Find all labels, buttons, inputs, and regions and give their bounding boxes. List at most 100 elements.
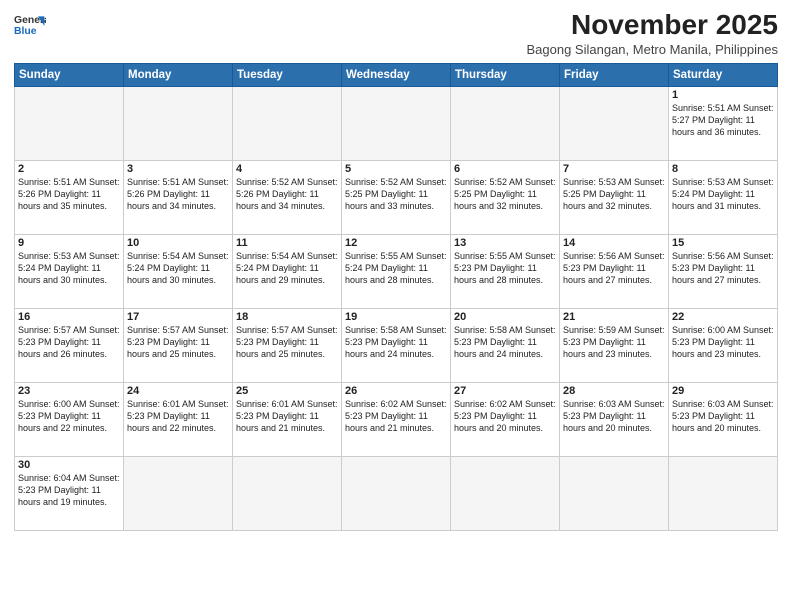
day-info: Sunrise: 5:58 AM Sunset: 5:23 PM Dayligh… <box>454 324 556 360</box>
title-block: November 2025 Bagong Silangan, Metro Man… <box>527 10 779 57</box>
day-info: Sunrise: 5:56 AM Sunset: 5:23 PM Dayligh… <box>563 250 665 286</box>
day-cell: 29Sunrise: 6:03 AM Sunset: 5:23 PM Dayli… <box>669 382 778 456</box>
day-cell <box>15 86 124 160</box>
day-cell: 19Sunrise: 5:58 AM Sunset: 5:23 PM Dayli… <box>342 308 451 382</box>
day-number: 30 <box>18 459 120 471</box>
day-number: 22 <box>672 311 774 323</box>
day-cell <box>560 86 669 160</box>
day-cell: 12Sunrise: 5:55 AM Sunset: 5:24 PM Dayli… <box>342 234 451 308</box>
day-info: Sunrise: 5:57 AM Sunset: 5:23 PM Dayligh… <box>236 324 338 360</box>
col-header-tuesday: Tuesday <box>233 63 342 86</box>
day-info: Sunrise: 5:56 AM Sunset: 5:23 PM Dayligh… <box>672 250 774 286</box>
day-cell: 5Sunrise: 5:52 AM Sunset: 5:25 PM Daylig… <box>342 160 451 234</box>
day-cell <box>342 86 451 160</box>
day-cell: 22Sunrise: 6:00 AM Sunset: 5:23 PM Dayli… <box>669 308 778 382</box>
day-cell <box>233 456 342 530</box>
day-cell: 28Sunrise: 6:03 AM Sunset: 5:23 PM Dayli… <box>560 382 669 456</box>
day-info: Sunrise: 5:53 AM Sunset: 5:24 PM Dayligh… <box>672 176 774 212</box>
day-cell <box>124 456 233 530</box>
page: General Blue November 2025 Bagong Silang… <box>0 0 792 539</box>
day-cell: 23Sunrise: 6:00 AM Sunset: 5:23 PM Dayli… <box>15 382 124 456</box>
day-number: 15 <box>672 237 774 249</box>
day-number: 21 <box>563 311 665 323</box>
day-info: Sunrise: 5:51 AM Sunset: 5:26 PM Dayligh… <box>127 176 229 212</box>
day-cell: 4Sunrise: 5:52 AM Sunset: 5:26 PM Daylig… <box>233 160 342 234</box>
day-number: 6 <box>454 163 556 175</box>
day-cell: 16Sunrise: 5:57 AM Sunset: 5:23 PM Dayli… <box>15 308 124 382</box>
main-title: November 2025 <box>527 10 779 41</box>
day-info: Sunrise: 6:02 AM Sunset: 5:23 PM Dayligh… <box>454 398 556 434</box>
col-header-wednesday: Wednesday <box>342 63 451 86</box>
day-cell: 18Sunrise: 5:57 AM Sunset: 5:23 PM Dayli… <box>233 308 342 382</box>
day-cell: 8Sunrise: 5:53 AM Sunset: 5:24 PM Daylig… <box>669 160 778 234</box>
day-cell: 1Sunrise: 5:51 AM Sunset: 5:27 PM Daylig… <box>669 86 778 160</box>
week-row-4: 23Sunrise: 6:00 AM Sunset: 5:23 PM Dayli… <box>15 382 778 456</box>
day-cell <box>124 86 233 160</box>
day-number: 2 <box>18 163 120 175</box>
day-info: Sunrise: 5:55 AM Sunset: 5:23 PM Dayligh… <box>454 250 556 286</box>
day-info: Sunrise: 5:55 AM Sunset: 5:24 PM Dayligh… <box>345 250 447 286</box>
svg-text:Blue: Blue <box>14 26 37 37</box>
day-info: Sunrise: 5:52 AM Sunset: 5:25 PM Dayligh… <box>454 176 556 212</box>
day-cell <box>342 456 451 530</box>
day-cell: 2Sunrise: 5:51 AM Sunset: 5:26 PM Daylig… <box>15 160 124 234</box>
day-info: Sunrise: 5:57 AM Sunset: 5:23 PM Dayligh… <box>18 324 120 360</box>
day-info: Sunrise: 6:03 AM Sunset: 5:23 PM Dayligh… <box>672 398 774 434</box>
day-info: Sunrise: 6:03 AM Sunset: 5:23 PM Dayligh… <box>563 398 665 434</box>
day-cell <box>669 456 778 530</box>
col-header-friday: Friday <box>560 63 669 86</box>
col-header-monday: Monday <box>124 63 233 86</box>
day-cell: 7Sunrise: 5:53 AM Sunset: 5:25 PM Daylig… <box>560 160 669 234</box>
day-info: Sunrise: 5:52 AM Sunset: 5:25 PM Dayligh… <box>345 176 447 212</box>
day-info: Sunrise: 5:51 AM Sunset: 5:26 PM Dayligh… <box>18 176 120 212</box>
day-cell: 21Sunrise: 5:59 AM Sunset: 5:23 PM Dayli… <box>560 308 669 382</box>
day-number: 26 <box>345 385 447 397</box>
day-number: 12 <box>345 237 447 249</box>
col-header-saturday: Saturday <box>669 63 778 86</box>
day-cell <box>560 456 669 530</box>
col-header-thursday: Thursday <box>451 63 560 86</box>
day-number: 29 <box>672 385 774 397</box>
day-info: Sunrise: 5:51 AM Sunset: 5:27 PM Dayligh… <box>672 102 774 138</box>
col-header-sunday: Sunday <box>15 63 124 86</box>
day-number: 23 <box>18 385 120 397</box>
day-cell: 3Sunrise: 5:51 AM Sunset: 5:26 PM Daylig… <box>124 160 233 234</box>
day-number: 13 <box>454 237 556 249</box>
day-number: 10 <box>127 237 229 249</box>
day-number: 27 <box>454 385 556 397</box>
day-cell: 9Sunrise: 5:53 AM Sunset: 5:24 PM Daylig… <box>15 234 124 308</box>
header-row: SundayMondayTuesdayWednesdayThursdayFrid… <box>15 63 778 86</box>
day-cell <box>233 86 342 160</box>
day-number: 25 <box>236 385 338 397</box>
day-number: 8 <box>672 163 774 175</box>
day-cell: 17Sunrise: 5:57 AM Sunset: 5:23 PM Dayli… <box>124 308 233 382</box>
day-info: Sunrise: 6:01 AM Sunset: 5:23 PM Dayligh… <box>236 398 338 434</box>
logo: General Blue <box>14 10 46 42</box>
day-number: 3 <box>127 163 229 175</box>
day-number: 24 <box>127 385 229 397</box>
day-cell <box>451 86 560 160</box>
day-info: Sunrise: 5:54 AM Sunset: 5:24 PM Dayligh… <box>236 250 338 286</box>
day-info: Sunrise: 5:54 AM Sunset: 5:24 PM Dayligh… <box>127 250 229 286</box>
day-cell: 20Sunrise: 5:58 AM Sunset: 5:23 PM Dayli… <box>451 308 560 382</box>
day-number: 18 <box>236 311 338 323</box>
day-cell: 14Sunrise: 5:56 AM Sunset: 5:23 PM Dayli… <box>560 234 669 308</box>
day-cell: 27Sunrise: 6:02 AM Sunset: 5:23 PM Dayli… <box>451 382 560 456</box>
calendar-table: SundayMondayTuesdayWednesdayThursdayFrid… <box>14 63 778 531</box>
day-number: 7 <box>563 163 665 175</box>
day-info: Sunrise: 6:01 AM Sunset: 5:23 PM Dayligh… <box>127 398 229 434</box>
day-number: 4 <box>236 163 338 175</box>
day-number: 14 <box>563 237 665 249</box>
day-number: 20 <box>454 311 556 323</box>
day-info: Sunrise: 6:04 AM Sunset: 5:23 PM Dayligh… <box>18 472 120 508</box>
week-row-5: 30Sunrise: 6:04 AM Sunset: 5:23 PM Dayli… <box>15 456 778 530</box>
day-info: Sunrise: 5:58 AM Sunset: 5:23 PM Dayligh… <box>345 324 447 360</box>
day-number: 5 <box>345 163 447 175</box>
day-cell: 13Sunrise: 5:55 AM Sunset: 5:23 PM Dayli… <box>451 234 560 308</box>
day-cell: 25Sunrise: 6:01 AM Sunset: 5:23 PM Dayli… <box>233 382 342 456</box>
day-number: 19 <box>345 311 447 323</box>
subtitle: Bagong Silangan, Metro Manila, Philippin… <box>527 42 779 57</box>
day-cell: 30Sunrise: 6:04 AM Sunset: 5:23 PM Dayli… <box>15 456 124 530</box>
day-info: Sunrise: 6:00 AM Sunset: 5:23 PM Dayligh… <box>18 398 120 434</box>
day-number: 1 <box>672 89 774 101</box>
